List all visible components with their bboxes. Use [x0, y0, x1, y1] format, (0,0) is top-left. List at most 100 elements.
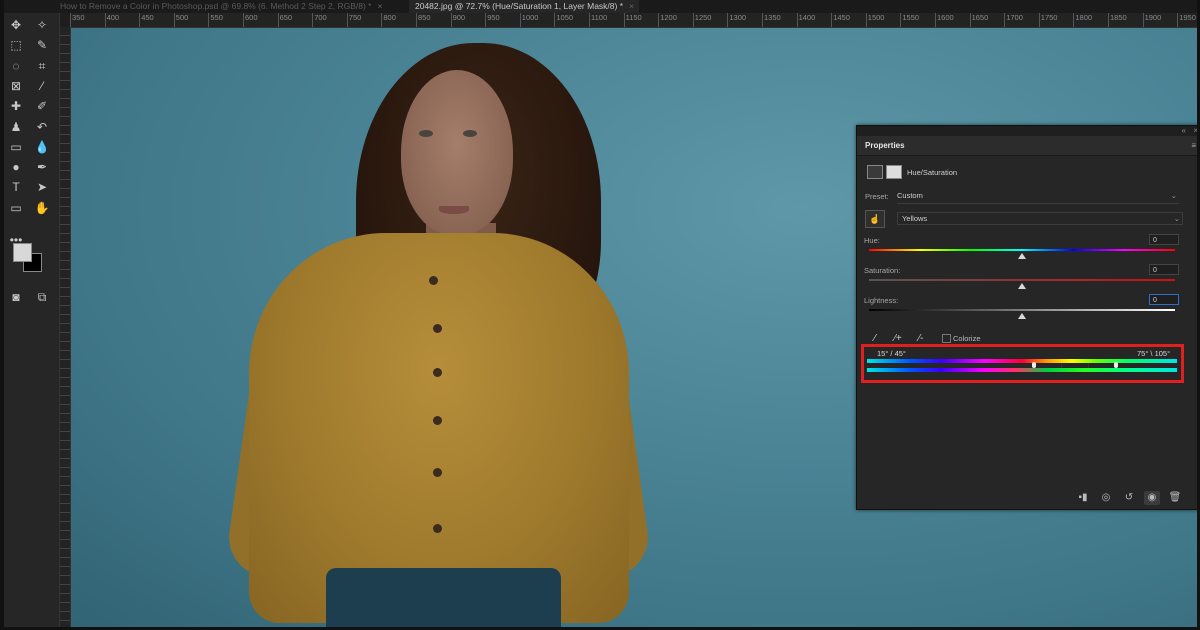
ruler-tick-label: 1750	[1038, 13, 1058, 27]
hue-value-field[interactable]: 0	[1149, 234, 1179, 245]
range-slider-handle[interactable]	[1061, 363, 1062, 368]
colorize-checkbox[interactable]	[942, 334, 951, 343]
ruler-tick-label: 1450	[831, 13, 850, 27]
close-icon[interactable]: ×	[629, 1, 634, 11]
eraser-tool-icon[interactable]: ▭	[7, 139, 25, 155]
brush-tool-icon[interactable]: ✐	[33, 98, 51, 114]
range-slider-handle[interactable]	[1032, 362, 1036, 368]
quick-mask-icon[interactable]: ◙	[7, 289, 25, 305]
saturation-label: Saturation:	[864, 266, 901, 275]
lightness-value-field[interactable]: 0	[1149, 294, 1179, 305]
range-slider-handle[interactable]	[1114, 362, 1118, 368]
screen-mode-icon[interactable]: ⧉	[33, 289, 51, 305]
ruler-tick-label: 350	[70, 13, 85, 27]
ruler-tick-label: 1200	[658, 13, 677, 27]
adjustment-layer-icon[interactable]	[867, 165, 883, 179]
ruler-tick-label: 1250	[692, 13, 712, 27]
ruler-tick-label: 1550	[900, 13, 920, 27]
ruler-tick-label: 1400	[796, 13, 816, 27]
delete-icon[interactable]: 🗑	[1167, 491, 1183, 505]
preset-value: Custom	[897, 191, 923, 200]
saturation-slider-thumb[interactable]	[1018, 283, 1026, 289]
photo-eye	[419, 130, 433, 137]
layer-mask-icon[interactable]	[886, 165, 902, 179]
clip-to-layer-icon[interactable]: ▪▮	[1075, 491, 1091, 505]
more-tools-icon[interactable]: •••	[7, 232, 25, 248]
history-brush-tool-icon[interactable]: ↶	[33, 119, 51, 135]
ruler-tick-label: 1800	[1073, 13, 1093, 27]
close-icon[interactable]: ×	[377, 1, 382, 11]
document-tab-active[interactable]: 20482.jpg @ 72.7% (Hue/Saturation 1, Lay…	[409, 0, 639, 13]
rectangle-tool-icon[interactable]: ▭	[7, 200, 25, 216]
ruler-tick-label: 550	[208, 13, 223, 27]
saturation-slider-track[interactable]	[869, 279, 1175, 281]
quick-select-tool-icon[interactable]: ✎	[33, 37, 51, 53]
range-left-degrees: 15° / 45°	[877, 349, 906, 358]
panel-footer: ▪▮ ◎ ↺ ◉ 🗑	[857, 487, 1197, 509]
saturation-value-field[interactable]: 0	[1149, 264, 1179, 275]
adjustment-name: Hue/Saturation	[907, 168, 958, 177]
hue-slider-track[interactable]	[869, 249, 1175, 251]
ruler-tick-label: 1950	[1177, 13, 1196, 27]
move-tool-icon[interactable]: ✥	[7, 17, 25, 33]
document-tab-bar: How to Remove a Color in Photoshop.psd @…	[4, 0, 1197, 13]
chevron-down-icon: ⌄	[1170, 191, 1177, 200]
healing-brush-tool-icon[interactable]: ✚	[7, 98, 25, 114]
photo-eye	[463, 130, 477, 137]
lasso-tool-icon[interactable]: ◌	[7, 58, 25, 74]
hue-label: Hue:	[864, 236, 880, 245]
magic-wand-tool-icon[interactable]: ✧	[33, 17, 51, 33]
ruler-tick-label: 800	[381, 13, 396, 27]
photo-jeans	[326, 568, 561, 627]
view-previous-state-icon[interactable]: ◎	[1098, 491, 1114, 505]
highlight-frame	[861, 344, 1184, 383]
hue-slider-thumb[interactable]	[1018, 253, 1026, 259]
ruler-tick-label: 1600	[935, 13, 954, 27]
tab-label: How to Remove a Color in Photoshop.psd @…	[60, 1, 372, 11]
dodge-tool-icon[interactable]: ●	[7, 159, 25, 175]
lightness-slider-thumb[interactable]	[1018, 313, 1026, 319]
type-tool-icon[interactable]: T	[7, 179, 25, 195]
frame-tool-icon[interactable]: ⊠	[7, 78, 25, 94]
ruler-tick-label: 650	[277, 13, 293, 27]
ruler-tick-label: 600	[243, 13, 258, 27]
ruler-tick-label: 1050	[554, 13, 574, 27]
chevron-down-icon: ⌄	[1173, 214, 1180, 223]
ruler-tick-label: 1100	[588, 13, 608, 27]
lightness-slider-track[interactable]	[869, 309, 1175, 311]
preset-dropdown[interactable]: Custom ⌄	[897, 190, 1179, 204]
range-slider-handle[interactable]	[1088, 363, 1089, 368]
tools-panel: ✥ ✧ ⬚ ✎ ◌ ⌗ ⊠ ⁄ ✚ ✐ ♟ ↶ ▭ 💧 ● ✒ T ➤ ▭ ✋ ••• ◙ ⧉	[4, 13, 60, 627]
input-color-bar	[867, 359, 1177, 363]
ruler-tick-label: 1900	[1142, 13, 1162, 27]
ruler-tick-label: 1700	[1004, 13, 1023, 27]
ruler-tick-label: 1350	[762, 13, 781, 27]
ruler-tick-label: 500	[173, 13, 189, 27]
range-right-degrees: 75° \ 105°	[1137, 349, 1171, 358]
crop-tool-icon[interactable]: ⌗	[33, 58, 51, 74]
collapse-icon[interactable]: «	[1182, 126, 1186, 135]
photoshop-window: How to Remove a Color in Photoshop.psd @…	[4, 0, 1197, 627]
pen-tool-icon[interactable]: ✒	[33, 159, 51, 175]
targeted-adjustment-hand-icon[interactable]: ☝	[865, 210, 885, 228]
hand-tool-icon[interactable]: ✋	[33, 200, 51, 216]
marquee-tool-icon[interactable]: ⬚	[7, 37, 25, 53]
tab-label: 20482.jpg @ 72.7% (Hue/Saturation 1, Lay…	[415, 1, 624, 11]
blur-tool-icon[interactable]: 💧	[33, 139, 51, 155]
eyedropper-tool-icon[interactable]: ⁄	[33, 78, 51, 94]
photo-yellow-shirt	[249, 233, 629, 623]
horizontal-ruler: 350 400 450 500 550 600 650 700 750 800 850 900 950 1…	[70, 13, 1197, 28]
document-tab-inactive[interactable]: How to Remove a Color in Photoshop.psd @…	[4, 0, 409, 13]
reset-icon[interactable]: ↺	[1121, 491, 1137, 505]
path-select-tool-icon[interactable]: ➤	[33, 179, 51, 195]
channel-dropdown[interactable]: Yellows ⌄	[897, 212, 1183, 225]
close-icon[interactable]: ×	[1193, 126, 1197, 135]
ruler-tick-label: 400	[104, 13, 120, 27]
ruler-tick-label: 850	[416, 13, 431, 27]
colorize-label: Colorize	[953, 334, 981, 343]
panel-menu-icon[interactable]: ≡	[1191, 141, 1196, 150]
ruler-tick-label: 950	[485, 13, 500, 27]
preset-label: Preset:	[865, 192, 889, 201]
clone-stamp-tool-icon[interactable]: ♟	[7, 119, 25, 135]
visibility-eye-icon[interactable]: ◉	[1144, 491, 1160, 505]
